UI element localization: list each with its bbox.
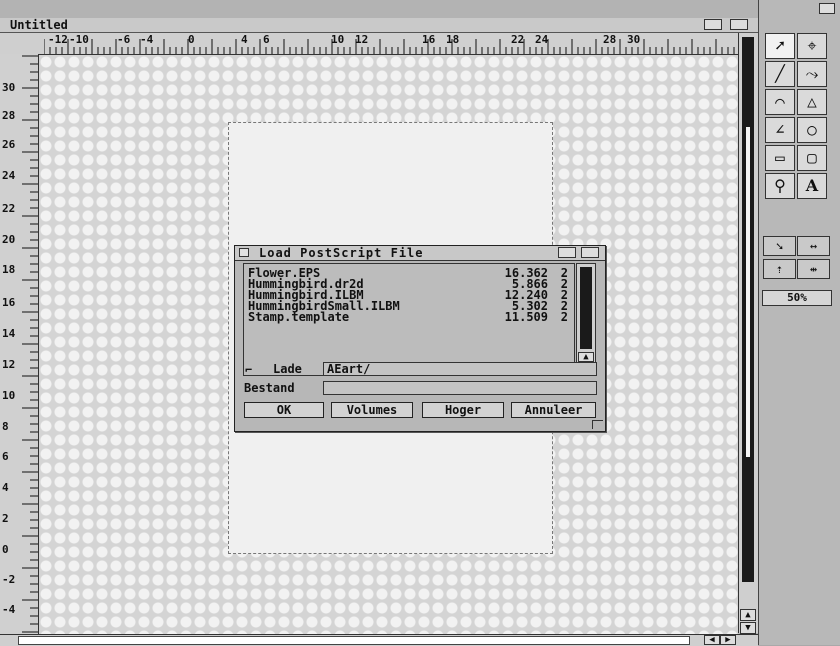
ruler-label: 6 [263, 33, 270, 46]
file-list-scrollbar[interactable]: ▲ ▼ [576, 263, 596, 376]
file-input[interactable] [323, 381, 597, 395]
ruler-label: 12 [2, 358, 16, 371]
ruler-label: 0 [188, 33, 195, 46]
ruler-label: -12 [48, 33, 68, 46]
resize-handle-icon[interactable] [592, 420, 603, 429]
window-title-bar[interactable]: Untitled [0, 18, 758, 33]
ruler-label: 24 [535, 33, 549, 46]
pointer-tool-icon[interactable]: ➚ [765, 33, 795, 59]
text-tool-icon[interactable]: A [797, 173, 827, 199]
scroll-left-icon[interactable]: ◀ [704, 635, 720, 645]
ruler-label: -10 [69, 33, 89, 46]
file-list-scroll-thumb[interactable] [580, 267, 592, 349]
ruler-label: 24 [2, 169, 16, 182]
ruler-label: 10 [2, 389, 16, 402]
scroll-right-icon[interactable]: ▶ [720, 635, 736, 645]
ruler-label: 30 [2, 81, 16, 94]
ruler-label: 4 [2, 481, 9, 494]
ruler-label: 22 [2, 202, 16, 215]
ruler-label: 18 [2, 263, 16, 276]
freehand-tool-icon[interactable]: ⤳ [797, 61, 827, 87]
close-icon[interactable] [239, 248, 249, 257]
ruler-label: 2 [2, 512, 9, 525]
file-depth: 2 [560, 310, 568, 324]
rectangle-tool-icon[interactable]: ▭ [765, 145, 795, 171]
load-file-dialog: Load PostScript File Flower.EPS 16.362 2… [234, 245, 606, 432]
ruler-label: 8 [2, 420, 9, 433]
ruler-label: 6 [2, 450, 9, 463]
drawer-input[interactable]: AEart/ [323, 362, 597, 376]
cancel-button[interactable]: Annuleer [511, 402, 596, 418]
zoom-gadget-icon[interactable] [704, 19, 722, 30]
volumes-button[interactable]: Volumes [331, 402, 413, 418]
polyline-tool-icon[interactable]: ∠ [765, 117, 795, 143]
magnify-tool-icon[interactable]: ⚲ [765, 173, 795, 199]
ruler-label: 28 [603, 33, 617, 46]
toolbox-depth-gadget-icon[interactable] [819, 3, 835, 14]
scroll-up-icon[interactable]: ▲ [578, 352, 594, 362]
horizontal-scrollbar[interactable]: ◀ ▶ [0, 634, 758, 646]
dialog-zoom-gadget-icon[interactable] [558, 247, 576, 258]
ruler-label: 18 [446, 33, 460, 46]
rounded-rectangle-tool-icon[interactable]: ▢ [797, 145, 827, 171]
ruler-corner [0, 33, 45, 55]
ruler-label: 16 [422, 33, 436, 46]
toolbox-panel: ➚ ⌖ ╱ ⤳ ⌒ △ ∠ ○ ▭ ▢ ⚲ A ➘ ↔ ⇡ ⇹ [758, 0, 840, 645]
depth-gadget-icon[interactable] [730, 19, 748, 30]
ok-button[interactable]: OK [244, 402, 324, 418]
ruler-label: 26 [2, 138, 16, 151]
ruler-label: -4 [140, 33, 154, 46]
arc-tool-icon[interactable]: ⌒ [765, 89, 795, 115]
ruler-label: -6 [117, 33, 131, 46]
ellipse-tool-icon[interactable]: ○ [797, 117, 827, 143]
dialog-title-bar[interactable]: Load PostScript File [235, 246, 605, 261]
ruler-label: 0 [2, 543, 9, 556]
file-name: Stamp.template [248, 310, 350, 324]
scroll-down-icon[interactable]: ▼ [740, 622, 756, 634]
scroll-up-icon[interactable]: ▲ [740, 609, 756, 621]
list-item[interactable]: Stamp.template 11.509 2 [248, 311, 570, 323]
vertical-ruler: 30 28 26 24 22 20 18 16 14 12 10 8 6 4 2… [0, 54, 39, 634]
drawer-label: Lade [273, 362, 302, 376]
ruler-label: 12 [355, 33, 369, 46]
parent-button[interactable]: Hoger [422, 402, 504, 418]
ruler-label: 14 [2, 327, 16, 340]
ruler-label: 10 [331, 33, 345, 46]
ruler-label: 16 [2, 296, 16, 309]
ruler-label: 4 [241, 33, 248, 46]
horizontal-scroll-thumb[interactable] [18, 636, 690, 645]
application-window: Untitled -12 -10 -6 -4 0 4 6 10 12 16 18… [0, 0, 840, 646]
ruler-label: 28 [2, 109, 16, 122]
ruler-label: 22 [511, 33, 525, 46]
dialog-depth-gadget-icon[interactable] [581, 247, 599, 258]
window-title: Untitled [10, 18, 68, 32]
drawer-glyph-icon: ⌐ [245, 363, 253, 377]
reshape-tool-icon[interactable]: ⌖ [797, 33, 827, 59]
file-list[interactable]: Flower.EPS 16.362 2 Hummingbird.dr2d 5.8… [243, 263, 575, 376]
ruler-label: -4 [2, 603, 16, 616]
file-size: 11.509 [504, 310, 548, 324]
expand-horizontal-icon[interactable]: ↔ [797, 236, 830, 256]
line-tool-icon[interactable]: ╱ [765, 61, 795, 87]
dialog-title: Load PostScript File [259, 246, 424, 260]
ruler-label: 30 [627, 33, 641, 46]
select-arrow-icon[interactable]: ➘ [763, 236, 796, 256]
vertical-scroll-thumb[interactable] [742, 37, 754, 582]
move-up-icon[interactable]: ⇡ [763, 259, 796, 279]
contract-horizontal-icon[interactable]: ⇹ [797, 259, 830, 279]
ruler-label: -2 [2, 573, 16, 586]
horizontal-ruler: -12 -10 -6 -4 0 4 6 10 12 16 18 22 24 28… [44, 33, 738, 55]
polygon-tool-icon[interactable]: △ [797, 89, 827, 115]
ruler-label: 20 [2, 233, 16, 246]
zoom-level[interactable]: 50% [762, 290, 832, 306]
vertical-scrollbar[interactable]: ▲ ▼ [738, 33, 759, 634]
file-label: Bestand [244, 381, 295, 395]
